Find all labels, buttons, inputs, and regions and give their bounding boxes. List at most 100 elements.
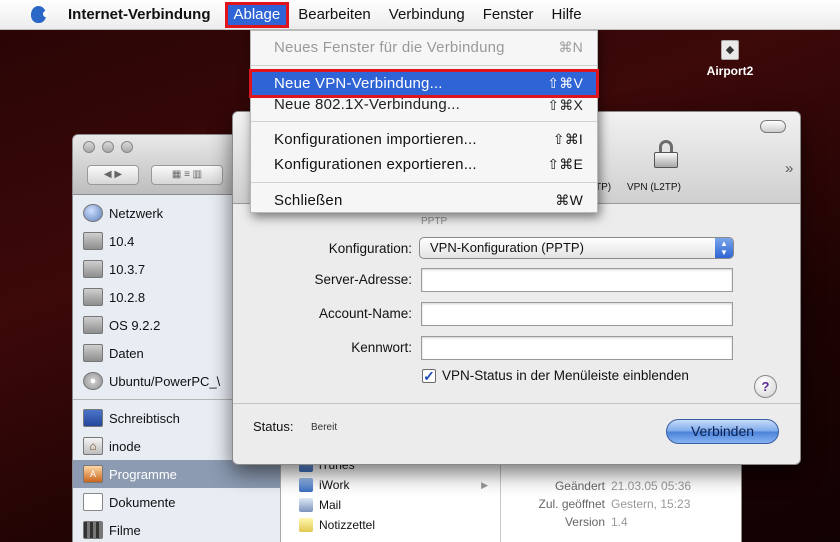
menu-bearbeiten[interactable]: Bearbeiten	[289, 0, 380, 30]
server-address-input[interactable]	[421, 268, 733, 292]
info-key: Geändert	[554, 479, 605, 493]
account-row: Account-Name:	[233, 302, 800, 328]
minimize-icon[interactable]	[102, 141, 114, 153]
menu-item-label: Neues Fenster für die Verbindung	[274, 39, 505, 56]
list-item[interactable]: Mail	[281, 495, 500, 515]
sidebar-item-dokumente[interactable]: Dokumente	[73, 488, 280, 516]
back-forward-icon[interactable]: ◀ ▶	[87, 165, 139, 185]
lock-icon[interactable]	[653, 140, 679, 168]
menu-item-new-window: Neues Fenster für die Verbindung ⌘N	[251, 35, 597, 60]
sidebar-item-label: Dokumente	[109, 494, 176, 510]
hard-disk-icon	[83, 316, 103, 334]
menu-item-import-configs[interactable]: Konfigurationen importieren... ⇧⌘I	[251, 127, 597, 152]
config-label: Konfiguration:	[328, 241, 412, 256]
app-name-menu[interactable]: Internet-Verbindung	[68, 6, 211, 23]
desktop-folder-icon	[83, 409, 103, 427]
list-item[interactable]: iWork ▶	[281, 475, 500, 495]
toolbar-toggle-icon[interactable]	[760, 120, 786, 133]
ablage-menu: Neues Fenster für die Verbindung ⌘N Neue…	[249, 30, 599, 213]
info-value: Gestern, 15:23	[611, 497, 691, 511]
menu-item-export-configs[interactable]: Konfigurationen exportieren... ⇧⌘E	[251, 152, 597, 177]
hard-disk-icon	[83, 288, 103, 306]
sidebar-item-label: Schreibtisch	[109, 410, 180, 426]
menu-item-shortcut: ⇧⌘E	[547, 156, 583, 172]
window-controls	[83, 141, 133, 153]
menu-separator	[251, 65, 597, 66]
info-row: Version 1.4	[503, 515, 733, 529]
list-item-label: iWork	[319, 478, 350, 492]
folder-icon	[299, 478, 313, 492]
account-name-input[interactable]	[421, 302, 733, 326]
zoom-icon[interactable]	[121, 141, 133, 153]
menu-item-shortcut: ⇧⌘X	[547, 97, 583, 113]
airport-label: Airport2	[706, 64, 754, 78]
menu-item-new-vpn[interactable]: Neue VPN-Verbindung... ⇧⌘V	[249, 69, 599, 98]
menu-item-label: Konfigurationen exportieren...	[274, 156, 477, 173]
menu-item-label: Schließen	[274, 192, 343, 209]
password-row: Kennwort:	[233, 336, 800, 362]
list-item-label: Notizzettel	[319, 518, 376, 532]
list-item[interactable]: Notizzettel	[281, 515, 500, 535]
pptp-tag: PPTP	[421, 216, 448, 227]
sidebar-item-label: 10.4	[109, 233, 135, 249]
view-mode-icon[interactable]: ▦ ≡ ▥	[151, 165, 223, 185]
cd-disc-icon	[83, 372, 103, 390]
info-row: Geändert 21.03.05 05:36	[503, 479, 733, 493]
menu-separator	[251, 182, 597, 183]
menu-item-label: Konfigurationen importieren...	[274, 131, 477, 148]
chevron-right-icon[interactable]: »	[785, 160, 793, 177]
sidebar-item-label: inode	[109, 438, 141, 454]
airport-desktop-item[interactable]: ◆ Airport2	[695, 40, 765, 78]
apple-menu-icon[interactable]	[31, 6, 48, 23]
sidebar-item-filme[interactable]: Filme	[73, 516, 280, 542]
sidebar-item-label: Netzwerk	[109, 205, 164, 221]
network-icon	[83, 204, 103, 222]
sidebar-item-label: Ubuntu/PowerPC_\	[109, 373, 221, 389]
home-icon: ⌂	[83, 437, 103, 455]
mail-icon	[299, 498, 313, 512]
hard-disk-icon	[83, 232, 103, 250]
menu-separator	[251, 121, 597, 122]
divider	[233, 403, 800, 404]
menu-verbindung[interactable]: Verbindung	[380, 0, 474, 30]
show-status-checkbox[interactable]: ✓	[422, 369, 436, 383]
list-item-label: Mail	[319, 498, 342, 512]
menu-ablage[interactable]: Ablage	[224, 2, 290, 28]
info-value: 21.03.05 05:36	[611, 479, 692, 493]
menu-item-shortcut: ⌘N	[558, 39, 583, 55]
lock-body	[654, 152, 678, 168]
sidebar-item-label: Daten	[109, 345, 144, 361]
menu-item-label: Neue 802.1X-Verbindung...	[274, 96, 460, 113]
menu-item-shortcut: ⇧⌘V	[547, 75, 583, 91]
document-icon	[83, 493, 103, 511]
info-key: Version	[564, 515, 605, 529]
info-panel: Geändert 21.03.05 05:36 Zul. geöffnet Ge…	[503, 455, 741, 542]
menu-hilfe[interactable]: Hilfe	[543, 0, 591, 30]
server-label: Server-Adresse:	[314, 272, 412, 287]
applications-column: iTunes iWork ▶ Mail Notizzettel	[281, 455, 501, 542]
sidebar-item-label: Programme	[109, 466, 177, 482]
menu-bar: Internet-Verbindung Ablage Bearbeiten Ve…	[0, 0, 840, 30]
connect-button[interactable]: Verbinden	[666, 419, 779, 444]
notes-icon	[299, 518, 313, 532]
config-select-value: VPN-Konfiguration (PPTP)	[430, 240, 584, 255]
hard-disk-icon	[83, 260, 103, 278]
status-label: Status:	[253, 419, 294, 434]
password-input[interactable]	[421, 336, 733, 360]
config-select[interactable]: VPN-Konfiguration (PPTP) ▲ ▼	[419, 237, 734, 259]
menu-item-close[interactable]: Schließen ⌘W	[251, 188, 597, 213]
menu-item-label: Neue VPN-Verbindung...	[274, 75, 443, 92]
menu-fenster[interactable]: Fenster	[474, 0, 543, 30]
sidebar-item-label: 10.3.7	[109, 261, 146, 277]
menu-item-shortcut: ⇧⌘I	[552, 131, 583, 147]
close-icon[interactable]	[83, 141, 95, 153]
show-status-label[interactable]: VPN-Status in der Menüleiste einblenden	[442, 368, 689, 383]
document-icon: ◆	[721, 40, 739, 60]
toolbar-item-vpn-l2tp[interactable]: VPN (L2TP)	[627, 182, 681, 193]
info-key: Zul. geöffnet	[538, 497, 606, 511]
menu-item-new-8021x[interactable]: Neue 802.1X-Verbindung... ⇧⌘X	[251, 96, 597, 116]
help-icon[interactable]: ?	[754, 375, 777, 398]
disclosure-arrow-icon: ▶	[481, 479, 488, 490]
account-label: Account-Name:	[318, 306, 412, 321]
updown-arrows-icon: ▲ ▼	[715, 238, 733, 258]
